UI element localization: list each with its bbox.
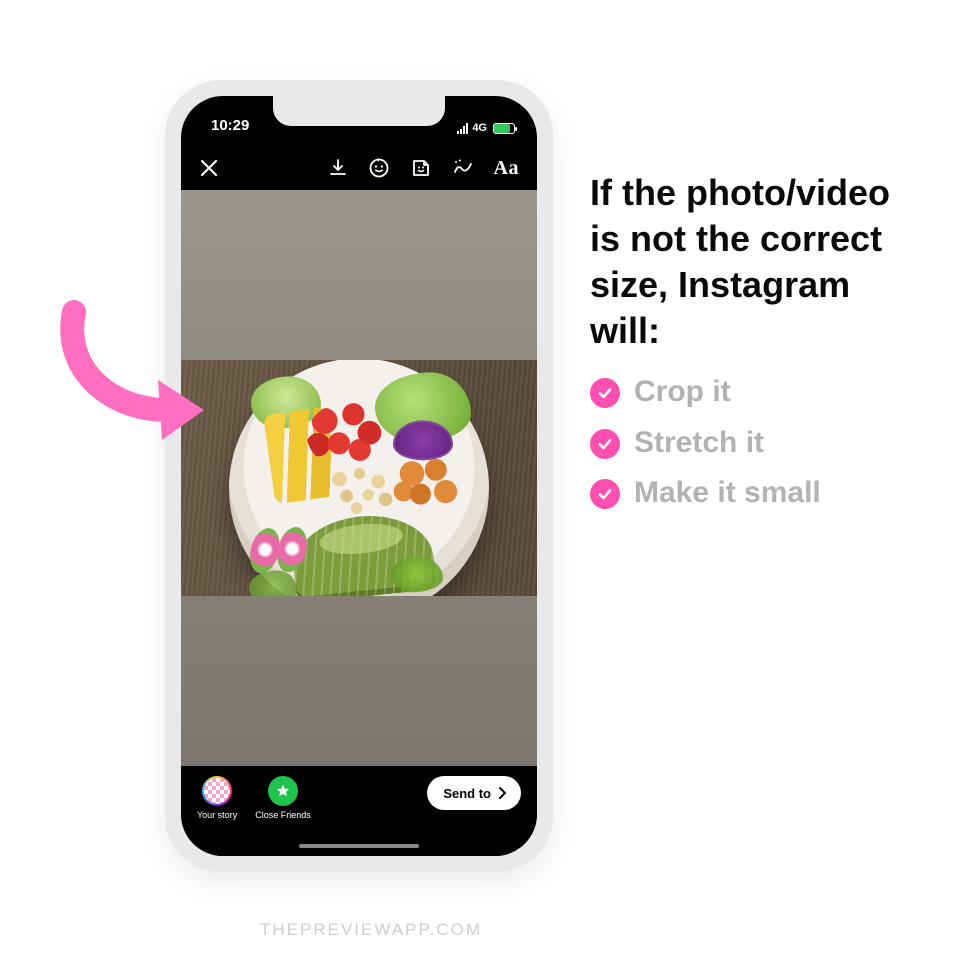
story-editor-toolbar: Aa xyxy=(181,150,537,186)
watermark: THEPREVIEWAPP.COM xyxy=(260,920,482,940)
bullet-text: Stretch it xyxy=(634,423,764,464)
send-to-button[interactable]: Send to xyxy=(427,776,521,810)
status-right: 4G xyxy=(457,122,515,134)
cell-signal-icon xyxy=(457,123,469,134)
bullet-text: Make it small xyxy=(634,473,821,514)
sticker-icon xyxy=(410,157,432,179)
sticker-button[interactable] xyxy=(410,157,432,179)
download-button[interactable] xyxy=(328,158,348,178)
battery-icon xyxy=(493,123,515,134)
check-icon xyxy=(590,429,620,459)
cell-label: 4G xyxy=(472,122,487,134)
chevron-right-icon xyxy=(495,786,509,800)
bullet-small: Make it small xyxy=(590,473,920,514)
draw-button[interactable] xyxy=(452,157,474,179)
status-time: 10:29 xyxy=(211,117,249,134)
explainer-heading: If the photo/video is not the correct si… xyxy=(590,170,920,354)
your-story-label: Your story xyxy=(197,810,237,820)
close-button[interactable] xyxy=(199,158,219,178)
uploaded-photo[interactable] xyxy=(181,360,537,596)
explainer-list: Crop it Stretch it Make it small xyxy=(590,372,920,514)
check-icon xyxy=(590,479,620,509)
explainer-copy: If the photo/video is not the correct si… xyxy=(590,170,920,524)
your-story-target[interactable]: Your story xyxy=(197,776,237,820)
your-story-avatar-icon xyxy=(202,776,232,806)
draw-icon xyxy=(452,157,474,179)
close-friends-target[interactable]: Close Friends xyxy=(255,776,311,820)
phone-mockup: 10:29 4G xyxy=(165,80,553,872)
bullet-crop: Crop it xyxy=(590,372,920,413)
check-icon xyxy=(590,378,620,408)
home-indicator xyxy=(299,844,419,848)
text-tool-button[interactable]: Aa xyxy=(494,157,519,180)
status-bar: 10:29 4G xyxy=(181,96,537,136)
close-friends-label: Close Friends xyxy=(255,810,311,820)
close-friends-star-icon xyxy=(268,776,298,806)
food-bowl xyxy=(229,360,489,596)
story-canvas[interactable] xyxy=(181,190,537,766)
story-bottom-bar: Your story Close Friends Send to xyxy=(181,766,537,856)
send-to-label: Send to xyxy=(443,786,491,801)
close-icon xyxy=(199,158,219,178)
download-icon xyxy=(328,158,348,178)
bullet-stretch: Stretch it xyxy=(590,423,920,464)
face-filter-button[interactable] xyxy=(368,157,390,179)
phone-screen: 10:29 4G xyxy=(181,96,537,856)
face-filter-icon xyxy=(368,157,390,179)
bullet-text: Crop it xyxy=(634,372,731,413)
